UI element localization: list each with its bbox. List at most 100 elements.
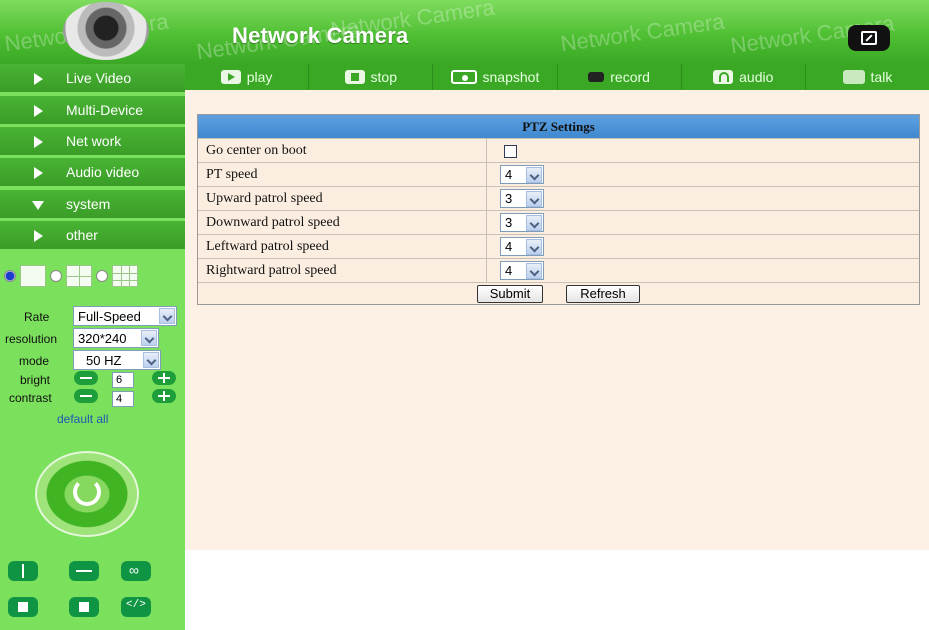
vertical-patrol-button[interactable] xyxy=(8,561,38,581)
go-center-label: Go center on boot xyxy=(198,139,487,162)
video-toolbar: play stop snapshot record audio talk xyxy=(185,64,929,90)
fullscreen-icon xyxy=(861,31,877,45)
layout-1-radio[interactable] xyxy=(4,270,16,282)
sidebar-item-live-video[interactable]: Live Video xyxy=(0,64,185,94)
leftward-patrol-speed-select[interactable]: 4 xyxy=(500,237,544,256)
pt-speed-value: 4 xyxy=(505,167,513,182)
sidebar-item-other[interactable]: other xyxy=(0,221,185,251)
sidebar: Live Video Multi-Device Net work Audio v… xyxy=(0,64,185,630)
submit-button[interactable]: Submit xyxy=(477,285,543,303)
talk-icon xyxy=(842,70,865,84)
rate-select[interactable]: Full-Speed xyxy=(73,306,177,326)
play-button[interactable]: play xyxy=(185,64,310,90)
table-row: Downward patrol speed 3 xyxy=(198,210,919,234)
downward-patrol-speed-value: 3 xyxy=(505,215,513,230)
ptz-settings-table: PTZ Settings Go center on boot PT speed … xyxy=(197,114,920,305)
ptz-center-icon[interactable] xyxy=(73,478,101,506)
chevron-down-icon xyxy=(526,263,542,279)
layout-9-radio[interactable] xyxy=(96,270,108,282)
contrast-value[interactable]: 4 xyxy=(112,391,134,407)
rate-label: Rate xyxy=(24,310,50,324)
arrow-right-icon xyxy=(34,167,43,179)
audio-label: audio xyxy=(739,69,774,85)
rightward-patrol-speed-value: 4 xyxy=(505,263,513,278)
stop-icon xyxy=(344,70,365,84)
sidebar-item-label: Audio video xyxy=(66,164,140,180)
contrast-decrease-button[interactable] xyxy=(74,389,98,403)
pt-speed-select[interactable]: 4 xyxy=(500,165,544,184)
arrow-down-icon xyxy=(32,201,44,210)
resolution-label: resolution xyxy=(5,332,58,346)
contrast-label: contrast xyxy=(9,391,52,405)
contrast-increase-button[interactable] xyxy=(152,389,176,403)
layout-4-radio[interactable] xyxy=(50,270,62,282)
table-row: Upward patrol speed 3 xyxy=(198,186,919,210)
horizontal-patrol-button[interactable] xyxy=(69,561,99,581)
go-center-checkbox[interactable] xyxy=(504,145,517,158)
resolution-select[interactable]: 320*240 xyxy=(73,328,159,348)
infinite-patrol-button[interactable] xyxy=(121,561,151,581)
io-output-button[interactable] xyxy=(121,597,151,617)
upward-patrol-speed-value: 3 xyxy=(505,191,513,206)
bright-increase-button[interactable] xyxy=(152,371,176,385)
rightward-patrol-speed-label: Rightward patrol speed xyxy=(198,259,487,282)
upward-patrol-speed-label: Upward patrol speed xyxy=(198,187,487,210)
stop-vertical-button[interactable] xyxy=(8,597,38,617)
refresh-button[interactable]: Refresh xyxy=(566,285,640,303)
chevron-down-icon xyxy=(526,191,542,207)
sidebar-item-label: system xyxy=(66,196,111,212)
downward-patrol-speed-select[interactable]: 3 xyxy=(500,213,544,232)
chevron-down-icon xyxy=(143,352,159,368)
sidebar-item-system[interactable]: system xyxy=(0,190,185,220)
chevron-down-icon xyxy=(159,308,175,324)
fullscreen-button[interactable] xyxy=(848,25,890,51)
upward-patrol-speed-select[interactable]: 3 xyxy=(500,189,544,208)
snapshot-label: snapshot xyxy=(482,69,540,85)
stop-horizontal-button[interactable] xyxy=(69,597,99,617)
layout-9-icon xyxy=(112,265,138,287)
stop-button[interactable]: stop xyxy=(309,64,434,90)
bright-decrease-button[interactable] xyxy=(74,371,98,385)
sidebar-item-multi-device[interactable]: Multi-Device xyxy=(0,96,185,126)
talk-button[interactable]: talk xyxy=(806,64,929,90)
leftward-patrol-speed-label: Leftward patrol speed xyxy=(198,235,487,258)
record-icon xyxy=(588,72,605,82)
resolution-value: 320*240 xyxy=(78,330,127,346)
mode-value: 50 HZ xyxy=(86,352,122,368)
bright-value[interactable]: 6 xyxy=(112,372,134,388)
rate-value: Full-Speed xyxy=(78,308,141,324)
sidebar-item-label: Live Video xyxy=(66,70,132,86)
sidebar-item-label: other xyxy=(66,227,98,243)
table-row: Leftward patrol speed 4 xyxy=(198,234,919,258)
bright-label: bright xyxy=(20,373,51,387)
mode-label: mode xyxy=(19,354,50,368)
arrow-right-icon xyxy=(34,105,43,117)
table-row: Go center on boot xyxy=(198,138,919,162)
chevron-down-icon xyxy=(526,215,542,231)
audio-button[interactable]: audio xyxy=(682,64,806,90)
pt-speed-label: PT speed xyxy=(198,163,487,186)
audio-icon xyxy=(713,70,734,84)
table-row: PT speed 4 xyxy=(198,162,919,186)
play-icon xyxy=(220,70,241,84)
view-layout-selector xyxy=(4,262,138,290)
chevron-down-icon xyxy=(526,239,542,255)
default-all-link[interactable]: default all xyxy=(57,412,108,426)
snapshot-button[interactable]: snapshot xyxy=(433,64,558,90)
arrow-right-icon xyxy=(34,73,43,85)
sidebar-item-audio-video[interactable]: Audio video xyxy=(0,158,185,188)
rightward-patrol-speed-select[interactable]: 4 xyxy=(500,261,544,280)
record-button[interactable]: record xyxy=(558,64,682,90)
layout-1-icon xyxy=(20,265,46,287)
play-label: play xyxy=(246,69,273,85)
leftward-patrol-speed-value: 4 xyxy=(505,239,513,254)
form-actions: Submit Refresh xyxy=(198,282,919,304)
talk-label: talk xyxy=(870,69,893,85)
record-label: record xyxy=(610,69,650,85)
chevron-down-icon xyxy=(526,167,542,183)
downward-patrol-speed-label: Downward patrol speed xyxy=(198,211,487,234)
mode-select[interactable]: 50 HZ xyxy=(73,350,161,370)
sidebar-item-label: Net work xyxy=(66,133,122,149)
sidebar-item-label: Multi-Device xyxy=(66,102,144,118)
sidebar-item-network[interactable]: Net work xyxy=(0,127,185,157)
